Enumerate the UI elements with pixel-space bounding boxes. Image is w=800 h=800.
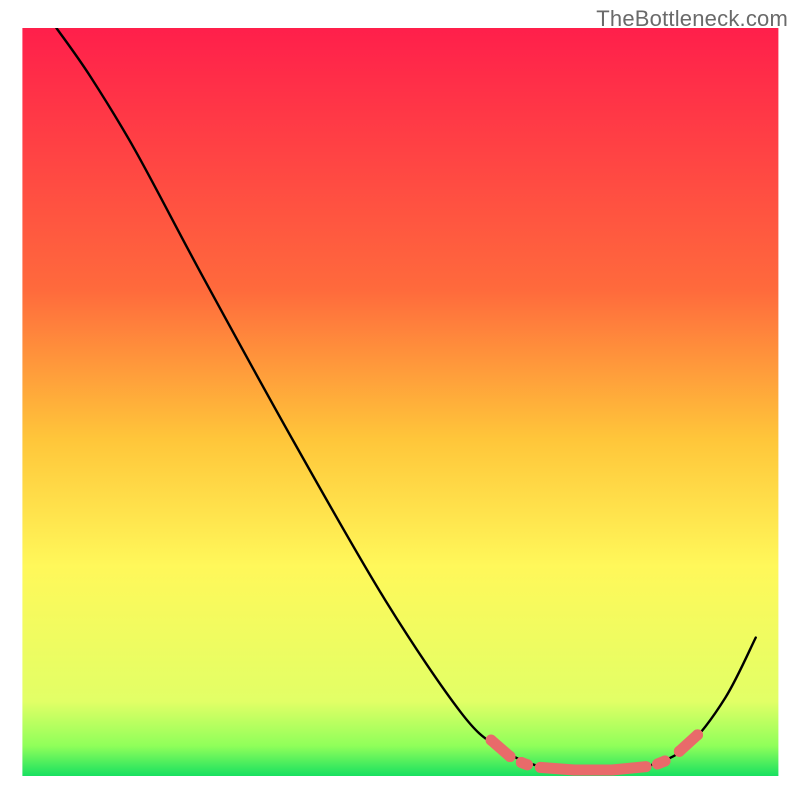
highlight-dot — [674, 746, 685, 757]
bottleneck-chart — [0, 0, 800, 800]
highlight-dot — [660, 756, 671, 767]
watermark-text: TheBottleneck.com — [596, 6, 788, 32]
highlight-segment — [612, 767, 646, 770]
highlight-dot — [505, 751, 516, 762]
gradient-background — [22, 28, 778, 776]
chart-stage: TheBottleneck.com — [0, 0, 800, 800]
highlight-dot — [486, 735, 497, 746]
highlight-dot — [692, 729, 703, 740]
highlight-dot — [522, 759, 533, 770]
